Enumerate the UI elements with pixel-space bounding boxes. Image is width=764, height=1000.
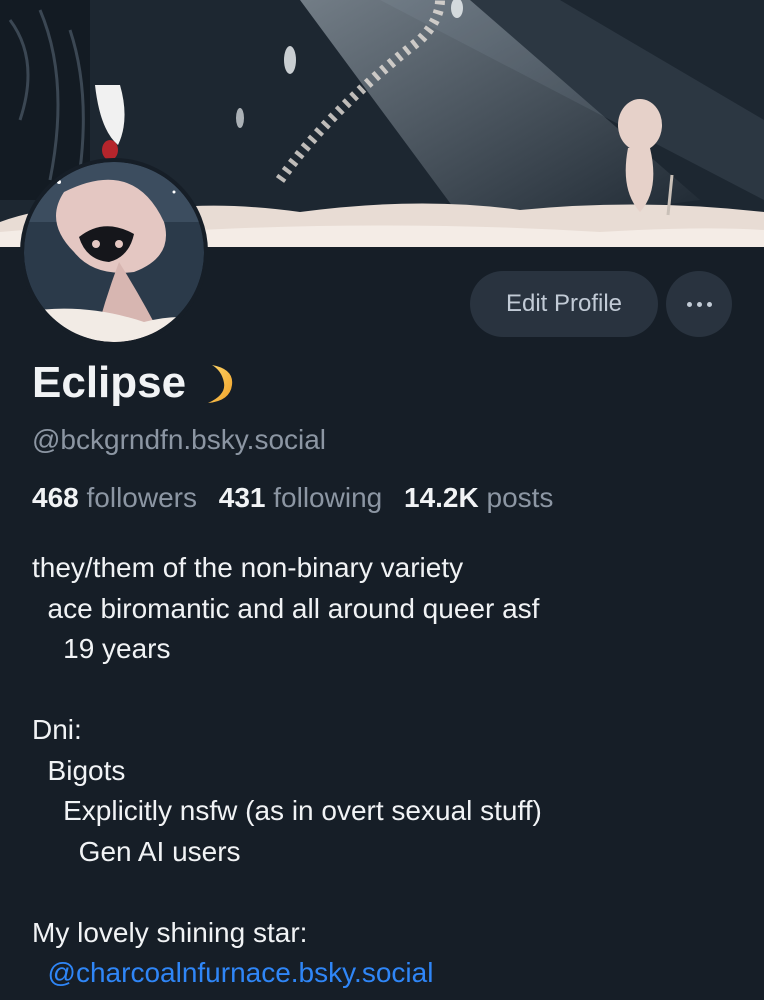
bio-line: 19 years <box>32 633 171 664</box>
bio-line: Bigots <box>32 754 126 786</box>
bio-line <box>32 670 742 711</box>
display-name-text: Eclipse <box>32 358 187 407</box>
more-options-button[interactable] <box>666 271 732 337</box>
followers-label: followers <box>86 482 197 513</box>
display-name: Eclipse <box>32 358 238 408</box>
bio-line <box>32 872 742 913</box>
bio-line: Gen AI users <box>32 835 241 867</box>
bio-line: My lovely shining star: <box>32 916 308 948</box>
posts-count: 14.2K <box>404 482 479 513</box>
posts-label: posts <box>486 482 554 513</box>
edit-profile-button[interactable]: Edit Profile <box>470 271 658 337</box>
bio-line: they/them of the non-binary variety <box>32 552 464 583</box>
profile-bio: they/them of the non-binary variety ace … <box>32 548 742 994</box>
following-count: 431 <box>218 482 266 513</box>
profile-stats: 468 followers 431 following 14.2K posts <box>32 482 567 514</box>
followers-count: 468 <box>32 482 79 513</box>
bio-line: Explicitly nsfw (as in overt sexual stuf… <box>32 795 542 826</box>
profile-handle[interactable]: @bckgrndfn.bsky.social <box>32 424 326 456</box>
posts-stat: 14.2K posts <box>404 482 553 513</box>
avatar[interactable] <box>20 158 208 346</box>
crescent-moon-icon <box>198 361 238 405</box>
followers-stat[interactable]: 468 followers <box>32 482 197 513</box>
following-label: following <box>273 482 383 513</box>
ellipsis-icon <box>686 301 712 307</box>
bio-line: Dni: <box>32 714 82 745</box>
bio-mention-link[interactable]: @charcoalnfurnace.bsky.social <box>32 953 742 994</box>
bio-line: ace biromantic and all around queer asf <box>32 592 540 624</box>
following-stat[interactable]: 431 following <box>219 482 382 513</box>
